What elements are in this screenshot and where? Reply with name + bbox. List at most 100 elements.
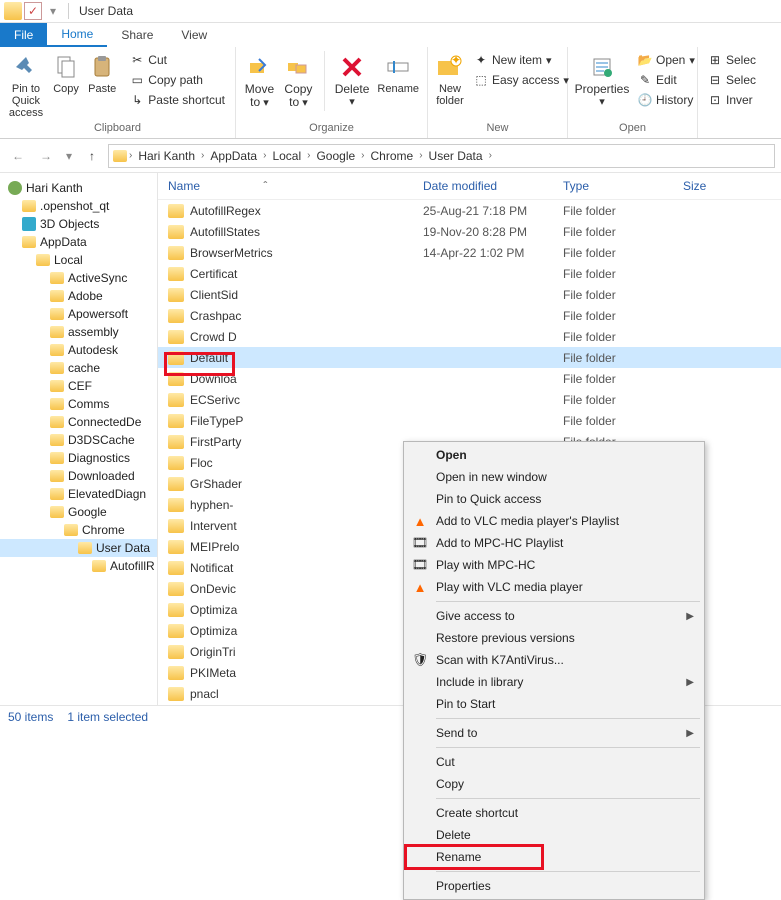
crumb[interactable]: Google [312,149,359,163]
forward-button[interactable]: → [34,144,58,168]
menu-item[interactable]: Restore previous versions [406,627,702,649]
paste-button[interactable]: Paste [86,51,118,97]
menu-item[interactable]: Copy [406,773,702,795]
copypath-button[interactable]: ▭Copy path [126,71,229,89]
menu-item[interactable]: 🎞Play with MPC-HC [406,554,702,576]
menu-item[interactable]: Include in library▶ [406,671,702,693]
crumb[interactable]: AppData [206,149,261,163]
col-date[interactable]: Date modified [423,179,563,193]
open-button[interactable]: 📂Open ▾ [634,51,699,69]
menu-item[interactable]: Rename [406,846,702,868]
col-type[interactable]: Type [563,179,683,193]
menu-item[interactable]: ▲Add to VLC media player's Playlist [406,510,702,532]
delete-button[interactable]: Delete ▾ [333,51,372,110]
tree-node[interactable]: CEF [0,377,157,395]
file-row[interactable]: ECSerivcFile folder [158,389,781,410]
tree-node[interactable]: Downloaded [0,467,157,485]
file-row[interactable]: AutofillRegex25-Aug-21 7:18 PMFile folde… [158,200,781,221]
edit-button[interactable]: ✎Edit [634,71,699,89]
selectall-button[interactable]: ⊞Selec [704,51,760,69]
crumb[interactable]: Chrome [367,149,418,163]
properties-button[interactable]: Properties ▾ [574,51,630,110]
back-button[interactable]: ← [6,144,30,168]
history-button[interactable]: 🕘History [634,91,699,109]
tree-node[interactable]: Hari Kanth [0,179,157,197]
up-button[interactable]: ↑ [80,144,104,168]
tree-node[interactable]: Adobe [0,287,157,305]
rename-button[interactable]: Rename [375,51,421,97]
tree-node[interactable]: Diagnostics [0,449,157,467]
tree-node[interactable]: D3DSCache [0,431,157,449]
crumb[interactable]: User Data [425,149,487,163]
tree-node[interactable]: Local [0,251,157,269]
file-row[interactable]: CrashpacFile folder [158,305,781,326]
tree-node[interactable]: Google [0,503,157,521]
file-row[interactable]: AutofillStates19-Nov-20 8:28 PMFile fold… [158,221,781,242]
tree-node[interactable]: ConnectedDe [0,413,157,431]
file-row[interactable]: CertificatFile folder [158,263,781,284]
tab-file[interactable]: File [0,23,47,47]
menu-item[interactable]: Delete [406,824,702,846]
tree-node[interactable]: Comms [0,395,157,413]
menu-item[interactable]: Give access to▶ [406,605,702,627]
tree-node[interactable]: User Data [0,539,157,557]
tab-view[interactable]: View [167,23,221,47]
file-row[interactable]: Crowd DFile folder [158,326,781,347]
tree-node[interactable]: 3D Objects [0,215,157,233]
file-row[interactable]: ClientSidFile folder [158,284,781,305]
menu-item[interactable]: Cut [406,751,702,773]
tree-node[interactable]: .openshot_qt [0,197,157,215]
folder-icon [168,582,184,596]
context-menu[interactable]: OpenOpen in new windowPin to Quick acces… [403,441,705,900]
column-headers[interactable]: Name ˆ Date modified Type Size [158,173,781,200]
menu-item[interactable]: Open [406,444,702,466]
easyaccess-button[interactable]: ⬚Easy access ▾ [470,71,573,89]
file-type: File folder [563,204,683,218]
pasteshortcut-button[interactable]: ↳Paste shortcut [126,91,229,109]
tree-node[interactable]: AutofillR [0,557,157,575]
tree-node[interactable]: ActiveSync [0,269,157,287]
pin-quickaccess-button[interactable]: Pin to Quick access [6,51,46,121]
moveto-button[interactable]: Move to ▾ [242,51,277,111]
invert-button[interactable]: ⊡Inver [704,91,760,109]
tree-node[interactable]: Autodesk [0,341,157,359]
menu-item[interactable]: 🎞Add to MPC-HC Playlist [406,532,702,554]
copy-button[interactable]: Copy [50,51,82,97]
file-row[interactable]: DefaultFile folder [158,347,781,368]
qat-dropdown-icon[interactable]: ▾ [44,2,62,20]
col-size[interactable]: Size [683,179,743,193]
file-row[interactable]: BrowserMetrics14-Apr-22 1:02 PMFile fold… [158,242,781,263]
file-row[interactable]: DownloaFile folder [158,368,781,389]
copyto-button[interactable]: Copy to ▾ [281,51,316,111]
tree-node[interactable]: Apowersoft [0,305,157,323]
tree-node[interactable]: Chrome [0,521,157,539]
tree-node[interactable]: AppData [0,233,157,251]
menu-item[interactable]: Send to▶ [406,722,702,744]
recent-dropdown[interactable]: ▾ [62,144,76,168]
menu-item[interactable]: Pin to Start [406,693,702,715]
newitem-button[interactable]: ✦New item ▾ [470,51,573,69]
menu-item[interactable]: ▲Play with VLC media player [406,576,702,598]
menu-item[interactable]: Properties [406,875,702,897]
menu-item[interactable]: Pin to Quick access [406,488,702,510]
tab-share[interactable]: Share [107,23,167,47]
tree-node[interactable]: ElevatedDiagn [0,485,157,503]
menu-item[interactable]: 🛡Scan with K7AntiVirus... [406,649,702,671]
cut-button[interactable]: ✂Cut [126,51,229,69]
qat-check-icon[interactable]: ✓ [24,2,42,20]
crumb[interactable]: Local [268,149,305,163]
selectnone-button[interactable]: ⊟Selec [704,71,760,89]
tab-home[interactable]: Home [47,23,107,47]
menu-item[interactable]: Open in new window [406,466,702,488]
nav-tree[interactable]: Hari Kanth.openshot_qt3D ObjectsAppDataL… [0,173,158,705]
col-name[interactable]: Name ˆ [168,179,423,193]
newfolder-button[interactable]: ✦ New folder [434,51,466,109]
menu-item[interactable]: Create shortcut [406,802,702,824]
file-name: Floc [190,456,423,470]
breadcrumb[interactable]: › Hari Kanth› AppData› Local› Google› Ch… [108,144,775,168]
tree-node[interactable]: cache [0,359,157,377]
crumb[interactable]: Hari Kanth [134,149,199,163]
file-row[interactable]: FileTypePFile folder [158,410,781,431]
tree-node[interactable]: assembly [0,323,157,341]
file-list[interactable]: Name ˆ Date modified Type Size AutofillR… [158,173,781,705]
